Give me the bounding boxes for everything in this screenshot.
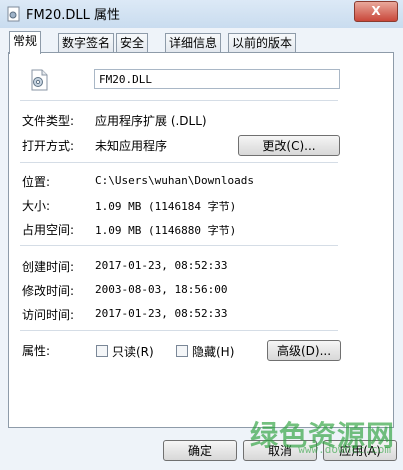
- disk-size-label: 占用空间:: [22, 223, 75, 237]
- modified-value: 2003-08-03, 18:56:00: [95, 283, 228, 296]
- location-label: 位置:: [22, 175, 51, 189]
- created-label: 创建时间:: [22, 260, 75, 274]
- tab-security[interactable]: 安全: [116, 33, 149, 52]
- divider: [20, 330, 338, 331]
- attributes-label: 属性:: [22, 344, 51, 358]
- change-button[interactable]: 更改(C)...: [238, 135, 340, 156]
- tab-digital-signatures[interactable]: 数字签名: [58, 33, 115, 52]
- close-icon: X: [371, 4, 381, 18]
- readonly-label[interactable]: 只读(R): [112, 343, 154, 360]
- general-panel: [8, 52, 394, 428]
- close-button[interactable]: X: [354, 1, 398, 22]
- open-with-value: 未知应用程序: [95, 139, 168, 153]
- hidden-label[interactable]: 隐藏(H): [192, 343, 234, 360]
- open-with-label: 打开方式:: [22, 139, 75, 153]
- created-value: 2017-01-23, 08:52:33: [95, 259, 228, 272]
- tab-previous-versions[interactable]: 以前的版本: [228, 33, 297, 52]
- tab-details[interactable]: 详细信息: [165, 33, 222, 52]
- dll-file-icon: [7, 6, 20, 22]
- advanced-button[interactable]: 高级(D)...: [267, 340, 341, 361]
- divider: [20, 245, 338, 246]
- hidden-checkbox[interactable]: [176, 345, 188, 357]
- window-title: FM20.DLL 属性: [26, 8, 120, 23]
- watermark-url: www.downcc.com: [298, 443, 391, 456]
- tab-general[interactable]: 常规: [9, 31, 42, 54]
- type-value: 应用程序扩展 (.DLL): [95, 114, 207, 128]
- size-value: 1.09 MB (1146184 字节): [95, 200, 237, 213]
- ok-button[interactable]: 确定: [163, 440, 237, 461]
- title-bar: FM20.DLL 属性 X: [0, 0, 403, 28]
- disk-size-value: 1.09 MB (1146880 字节): [95, 224, 237, 237]
- type-label: 文件类型:: [22, 114, 75, 128]
- location-value: C:\Users\wuhan\Downloads: [95, 174, 254, 187]
- dll-gear-icon: [31, 69, 48, 91]
- accessed-value: 2017-01-23, 08:52:33: [95, 307, 228, 320]
- divider: [20, 100, 338, 101]
- file-name-field[interactable]: FM20.DLL: [94, 69, 340, 89]
- divider: [20, 162, 338, 163]
- modified-label: 修改时间:: [22, 284, 75, 298]
- accessed-label: 访问时间:: [22, 308, 75, 322]
- size-label: 大小:: [22, 199, 51, 213]
- readonly-checkbox[interactable]: [96, 345, 108, 357]
